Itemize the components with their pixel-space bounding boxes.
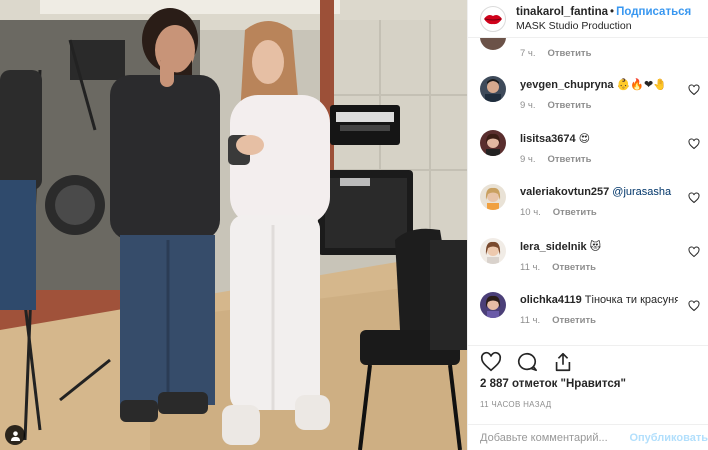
comment-time[interactable]: 7 ч.	[520, 48, 536, 59]
avatar[interactable]	[480, 130, 506, 156]
comment-mention[interactable]: @jurasasha	[612, 186, 671, 198]
comment-item: lera_sidelnik 😻 11 ч. Ответить	[480, 238, 702, 284]
comment-text: 😍	[578, 133, 591, 145]
reply-button[interactable]: Ответить	[548, 48, 592, 59]
post-sidebar: tinakarol_fantina • Подписаться MASK Studi…	[467, 0, 708, 450]
user-tag-icon	[10, 430, 20, 441]
comment-username[interactable]: yevgen_chupryna	[520, 79, 614, 91]
post-location[interactable]: MASK Studio Production	[516, 19, 691, 33]
small-heart-icon[interactable]	[688, 138, 700, 150]
comment-meta: 7 ч. Ответить	[520, 48, 603, 59]
avatar[interactable]	[480, 238, 506, 264]
comment-input[interactable]	[480, 431, 640, 444]
post-photo[interactable]	[0, 0, 467, 450]
comment-time[interactable]: 11 ч.	[520, 315, 540, 326]
reply-button[interactable]: Ответить	[548, 154, 592, 165]
small-heart-icon[interactable]	[688, 84, 700, 96]
comment-time[interactable]: 9 ч.	[520, 154, 536, 165]
reply-button[interactable]: Ответить	[553, 207, 597, 218]
avatar[interactable]	[480, 184, 506, 210]
publish-button[interactable]: Опубликовать	[629, 432, 708, 444]
comment-item: yevgen_chupryna 👶🔥❤🤚 9 ч. Ответить	[480, 76, 702, 122]
reply-button[interactable]: Ответить	[552, 315, 596, 326]
post-header: tinakarol_fantina • Подписаться MASK Studi…	[468, 0, 708, 38]
comment-username[interactable]: olichka4119	[520, 294, 582, 306]
reply-button[interactable]: Ответить	[548, 100, 592, 111]
post-actions	[480, 348, 574, 376]
comment-item: olichka4119 Тіночка ти красуня 11 ч. Ответ…	[480, 292, 702, 338]
small-heart-icon[interactable]	[688, 192, 700, 204]
comments-list[interactable]: 7 ч. Ответить yevgen_chupryna 👶🔥❤🤚 9 ч. Отв…	[468, 38, 708, 346]
comment-item: valeriakovtun257 @jurasasha 10 ч. Ответить	[480, 184, 702, 230]
speech-bubble-icon[interactable]	[516, 351, 538, 373]
comment-text: 😻	[589, 241, 602, 253]
comment-item: lisitsa3674 😍 9 ч. Ответить	[480, 130, 702, 176]
header-separator: •	[610, 5, 615, 18]
heart-outline-icon[interactable]	[480, 351, 502, 373]
avatar[interactable]	[480, 38, 506, 50]
reply-button[interactable]: Ответить	[552, 262, 596, 273]
comment-text: Тіночка ти красуня	[584, 294, 678, 306]
red-lips-logo-icon	[484, 14, 502, 24]
avatar[interactable]	[480, 292, 506, 318]
likes-count[interactable]: 2 887 отметок "Нравится"	[480, 378, 626, 390]
post-timestamp[interactable]: 11 ЧАСОВ НАЗАД	[480, 400, 551, 409]
comment-username[interactable]: lera_sidelnik	[520, 241, 587, 253]
user-tag-button[interactable]	[5, 425, 25, 445]
comment-time[interactable]: 11 ч.	[520, 262, 540, 273]
author-avatar[interactable]	[480, 5, 506, 32]
add-comment-bar: Опубликовать	[468, 424, 708, 450]
avatar[interactable]	[480, 76, 506, 102]
small-heart-icon[interactable]	[688, 246, 700, 258]
author-username[interactable]: tinakarol_fantina	[516, 6, 608, 18]
small-heart-icon[interactable]	[688, 300, 700, 312]
comment-text: 👶🔥❤🤚	[616, 79, 667, 91]
share-arrow-icon[interactable]	[552, 351, 574, 373]
comment-username[interactable]: lisitsa3674	[520, 133, 576, 145]
photo-illustration	[0, 0, 467, 450]
follow-button[interactable]: Подписаться	[616, 6, 691, 18]
comment-username[interactable]: valeriakovtun257	[520, 186, 609, 198]
comment-time[interactable]: 10 ч.	[520, 207, 541, 218]
comment-time[interactable]: 9 ч.	[520, 100, 536, 111]
